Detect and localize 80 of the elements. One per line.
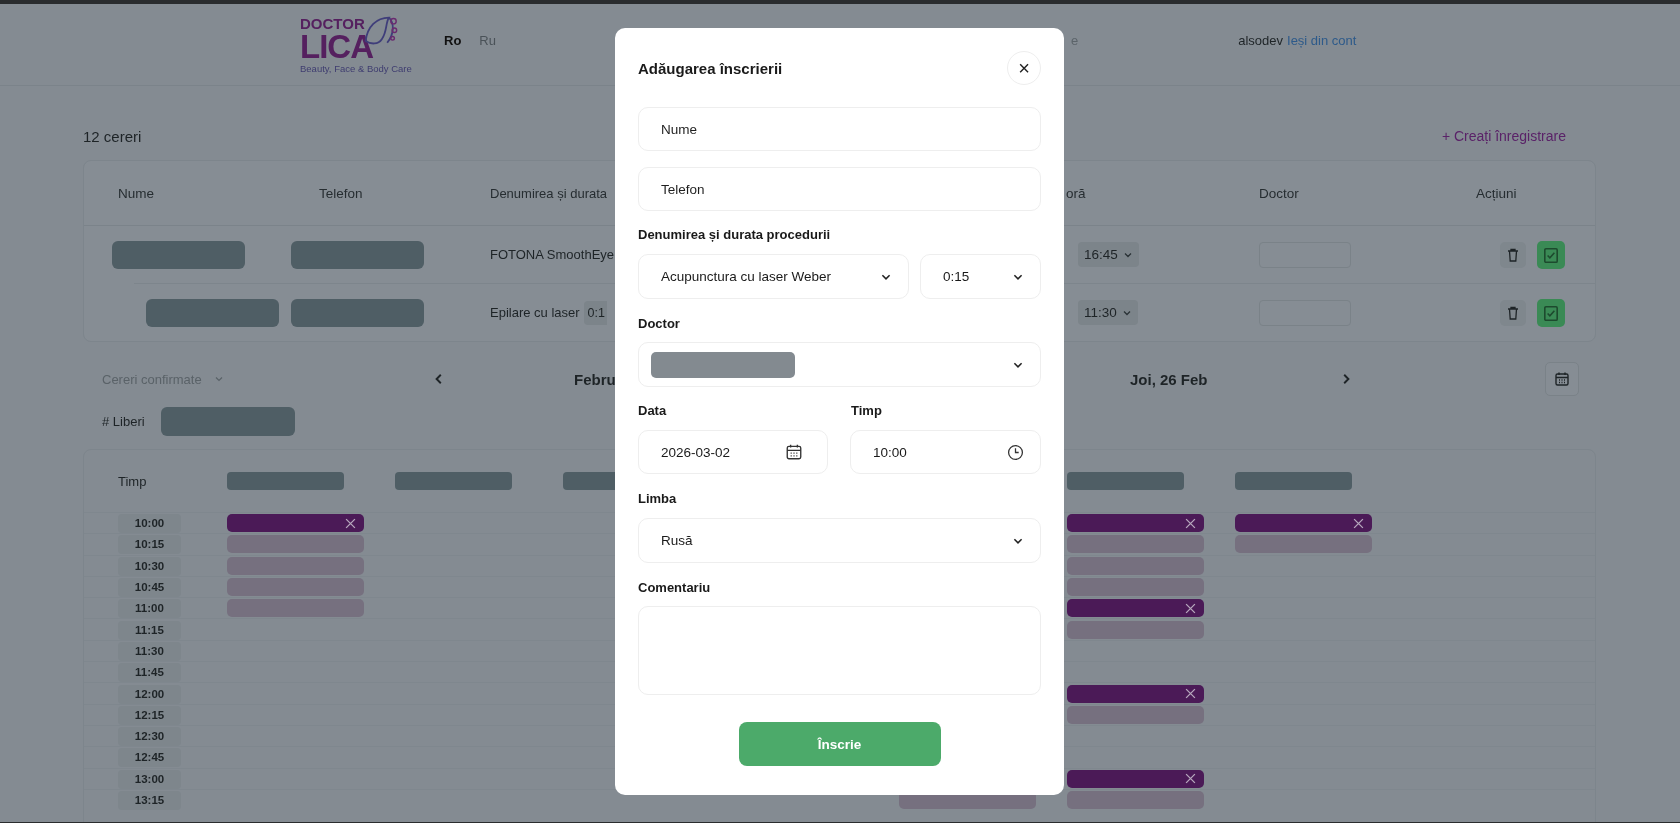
logo-text: DOCTOR [300,15,365,31]
column-header: Denumirea și durata [490,185,608,201]
time-field[interactable]: 10:00 [850,430,1041,474]
close-icon[interactable] [1185,688,1196,699]
duration-select[interactable]: 0:15 [920,254,1041,299]
username: alsodev [1238,33,1283,48]
confirm-button[interactable] [1537,240,1565,269]
chevron-icon [213,374,224,384]
procedure-name: FOTONA SmoothEye [490,247,615,262]
calendar-icon [1554,371,1570,387]
procedure-name: Epilare cu laser [490,305,580,320]
field-label: Doctor [638,315,681,333]
doctor-select[interactable] [638,342,1041,387]
time-label: 13:00 [118,769,181,789]
close-icon[interactable] [1353,517,1364,529]
time-label: 11:30 [118,641,181,661]
booked-slot[interactable] [1067,599,1204,618]
field-label: Denumirea și durata procedurii [638,226,832,244]
field-label: Comentariu [638,579,712,597]
column-header: Nume [118,185,154,201]
booked-slot[interactable] [1067,684,1204,703]
clipboard-check-icon [1542,303,1560,322]
logout-link[interactable]: Ieși din cont [1287,33,1357,48]
field-label: Limba [638,490,678,508]
calendar-icon [785,443,803,461]
time-label: 12:30 [118,727,181,747]
calendar-button[interactable] [1545,362,1579,396]
close-icon[interactable] [1185,602,1196,614]
time-label: 10:00 [118,514,181,534]
time-label: 10:30 [118,556,181,576]
confirm-button[interactable] [1537,298,1565,327]
name-field[interactable]: Nume [638,107,1041,151]
day-title: Joi, 26 Feb [1130,370,1209,388]
time-label: 12:45 [118,748,181,768]
time-label: 13:15 [118,791,181,810]
request-count: 12 cereri [83,127,142,145]
logo-tagline: Beauty, Face & Body Care [300,63,412,74]
booked-slot[interactable] [1235,514,1372,533]
delete-button[interactable] [1500,241,1526,268]
close-button[interactable]: × [1007,51,1041,85]
free-label: # Liberi [102,414,145,429]
time-select[interactable]: 16:45 [1078,242,1139,267]
field-label: Data [638,402,668,420]
procedure-select[interactable]: Acupunctura cu laser Weber [638,254,909,299]
time-label: 10:15 [118,535,181,555]
close-icon[interactable] [1185,517,1196,529]
create-link[interactable]: + Creați înregistrare [1441,128,1566,144]
close-icon[interactable] [1185,773,1196,785]
time-label: 11:45 [118,663,181,683]
column-header: oră [1066,185,1086,201]
field-label: Timp [851,402,882,420]
booked-slot[interactable] [227,514,364,533]
column-header: Telefon [319,185,363,201]
trash-icon [1505,304,1521,321]
column-header: Timp [118,473,148,489]
time-label: 12:15 [118,705,181,725]
language-link[interactable]: Ru [479,33,496,48]
time-label: 11:00 [118,599,181,619]
time-label: 10:45 [118,578,181,598]
date-field[interactable]: 2026-03-02 [638,430,828,474]
clock-icon [1007,443,1024,461]
booked-slot[interactable] [1067,514,1204,533]
time-select[interactable]: 11:30 [1078,300,1138,325]
day-title: Febru [574,370,617,388]
time-label: 12:00 [118,684,181,704]
logo-name: LICA [300,29,373,63]
clipboard-check-icon [1542,245,1560,264]
time-label: 11:15 [118,620,181,640]
close-icon[interactable] [345,517,356,529]
trash-icon [1505,246,1521,263]
duration-select[interactable]: 0:1 [583,300,607,325]
submit-button[interactable]: Înscrie [738,722,941,766]
language-select[interactable]: Rusă [638,518,1041,563]
column-header: Acțiuni [1476,185,1517,201]
language-link[interactable]: Ro [444,33,462,48]
dialog-title: Adăugarea înscrierii [638,59,783,77]
column-header: Doctor [1259,185,1299,201]
phone-field[interactable]: Telefon [638,167,1041,211]
booked-slot[interactable] [1067,769,1204,788]
delete-button[interactable] [1500,299,1526,326]
